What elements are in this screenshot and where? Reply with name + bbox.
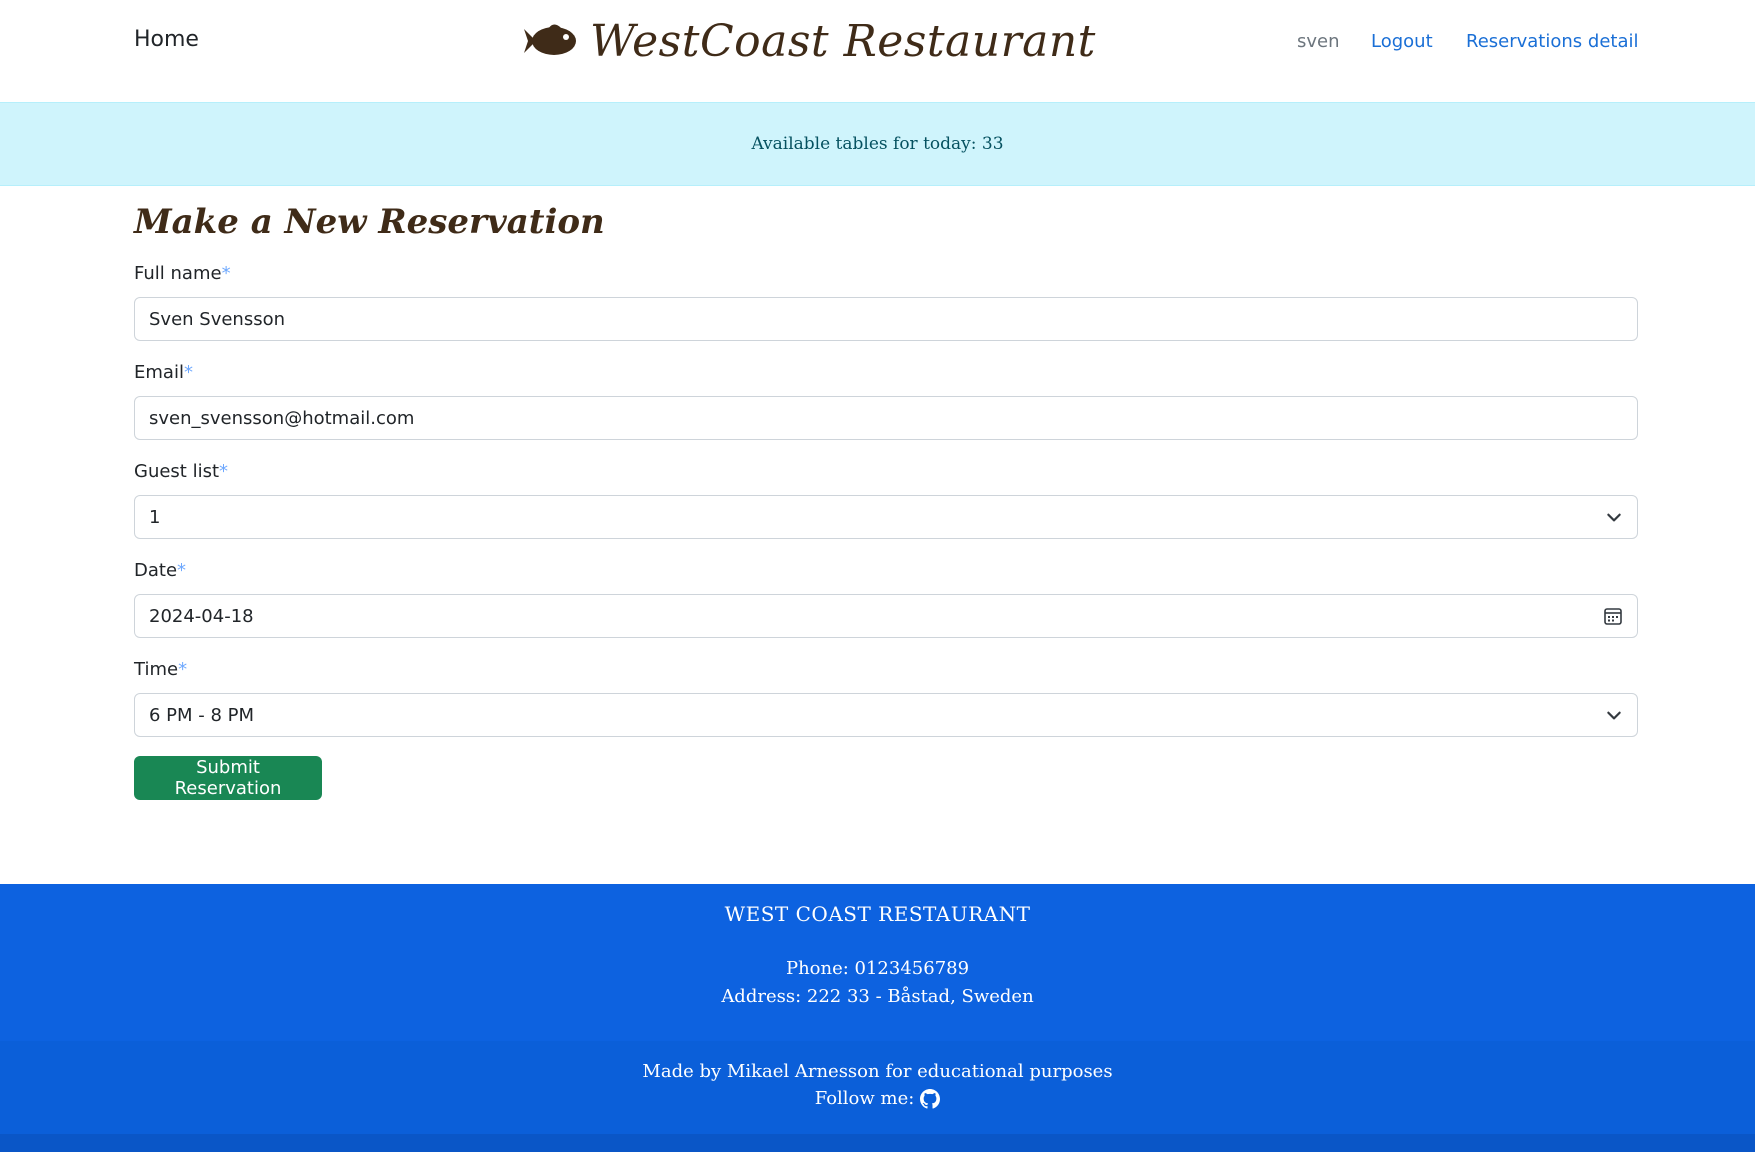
required-mark: * — [183, 362, 193, 383]
required-mark: * — [221, 263, 231, 284]
github-icon[interactable] — [920, 1088, 941, 1109]
chevron-down-icon — [1607, 513, 1621, 522]
footer-follow-label: Follow me: — [814, 1088, 915, 1109]
nav-home-link[interactable]: Home — [134, 27, 199, 52]
fish-icon — [524, 24, 576, 55]
footer-address: Address: 222 33 - Båstad, Sweden — [721, 986, 1034, 1007]
footer-info: WEST COAST RESTAURANT Phone: 0123456789 … — [0, 884, 1755, 1041]
nav-logout-link[interactable]: Logout — [1371, 31, 1433, 52]
nav-username: sven — [1297, 31, 1340, 52]
full-name-input[interactable]: Sven Svensson — [134, 297, 1638, 341]
time-label: Time* — [134, 659, 187, 680]
footer-strip — [0, 1134, 1755, 1152]
required-mark: * — [178, 659, 188, 680]
email-value: sven_svensson@hotmail.com — [149, 407, 415, 429]
full-name-label-text: Full name — [134, 263, 222, 284]
guest-list-label-text: Guest list — [134, 461, 220, 482]
footer-phone: Phone: 0123456789 — [785, 958, 970, 979]
email-label-text: Email — [134, 362, 184, 383]
guest-list-value: 1 — [149, 506, 161, 528]
calendar-icon[interactable] — [1603, 606, 1623, 626]
required-mark: * — [219, 461, 229, 482]
footer-restaurant-name: WEST COAST RESTAURANT — [724, 902, 1031, 926]
required-mark: * — [177, 560, 187, 581]
footer-credits: Made by Mikael Arnesson for educational … — [0, 1041, 1755, 1134]
footer-made-by: Made by Mikael Arnesson for educational … — [642, 1061, 1113, 1082]
guest-list-label: Guest list* — [134, 461, 228, 482]
email-label: Email* — [134, 362, 193, 383]
date-label: Date* — [134, 560, 186, 581]
form-title: Make a New Reservation — [134, 202, 605, 242]
date-value: 2024-04-18 — [149, 605, 254, 627]
email-input[interactable]: sven_svensson@hotmail.com — [134, 396, 1638, 440]
time-value: 6 PM - 8 PM — [149, 704, 255, 726]
footer-follow: Follow me: — [0, 1088, 1755, 1109]
chevron-down-icon — [1607, 711, 1621, 720]
nav-reservations-link[interactable]: Reservations detail — [1466, 31, 1638, 52]
brand-title: WestCoast Restaurant — [590, 15, 1096, 67]
alert-text: Available tables for today: 33 — [751, 134, 1004, 154]
available-tables-alert: Available tables for today: 33 — [0, 102, 1755, 186]
full-name-value: Sven Svensson — [149, 308, 286, 330]
time-label-text: Time — [134, 659, 179, 680]
guest-list-select[interactable]: 1 — [134, 495, 1638, 539]
date-input[interactable]: 2024-04-18 — [134, 594, 1638, 638]
date-label-text: Date — [134, 560, 178, 581]
brand[interactable]: WestCoast Restaurant — [520, 6, 1096, 76]
navbar: Home WestCoast Restaurant sven Logout Re… — [0, 0, 1755, 102]
submit-reservation-button[interactable]: Submit Reservation — [134, 756, 322, 800]
full-name-label: Full name* — [134, 263, 231, 284]
time-select[interactable]: 6 PM - 8 PM — [134, 693, 1638, 737]
